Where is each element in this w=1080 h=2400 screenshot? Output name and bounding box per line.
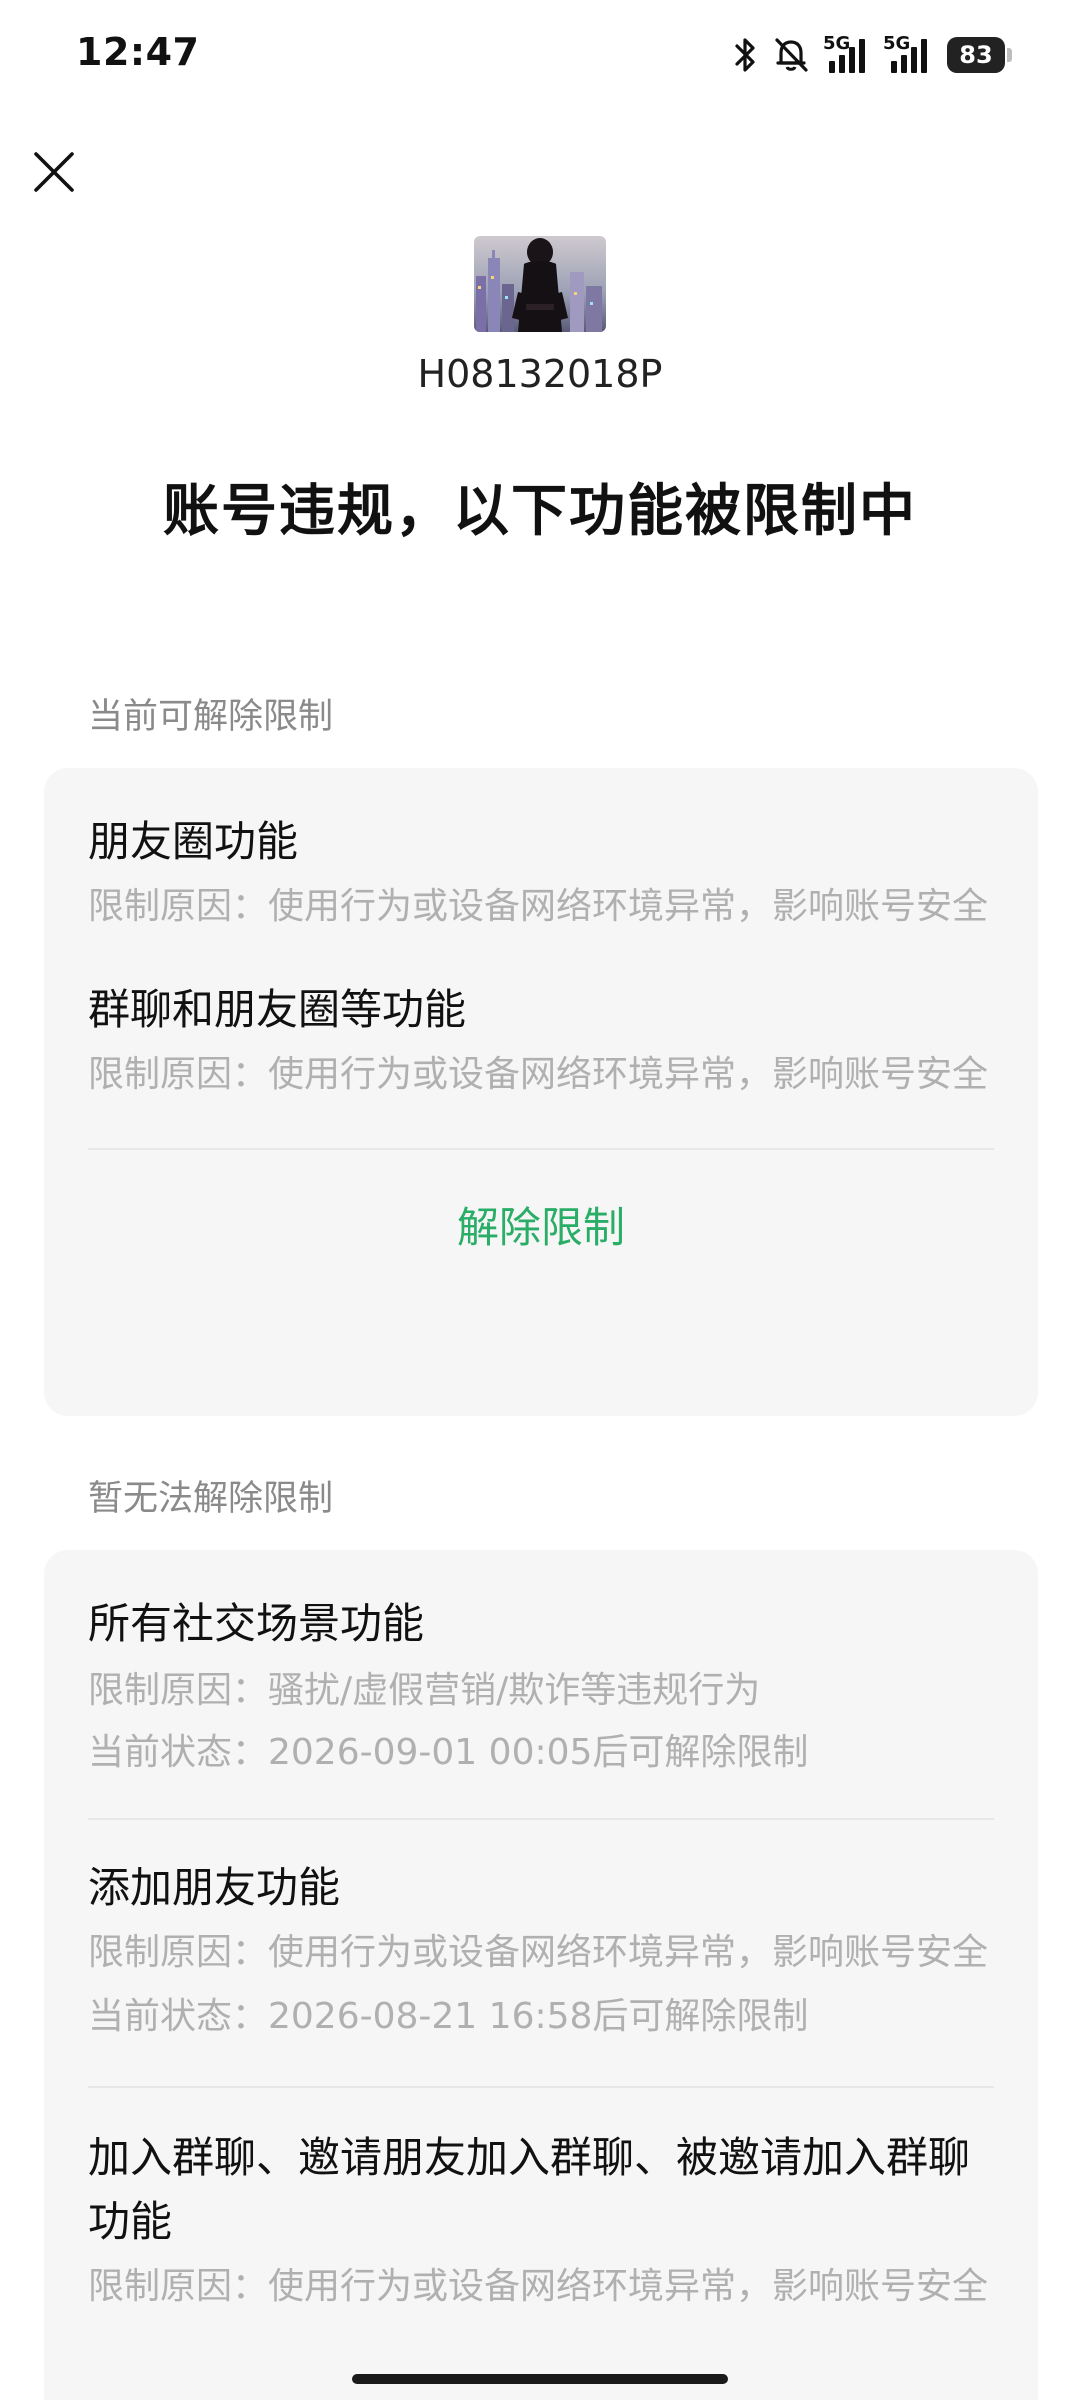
removable-card: 朋友圈功能 限制原因：使用行为或设备网络环境异常，影响账号安全 群聊和朋友圈等功… bbox=[44, 768, 1038, 1416]
section-label-unremovable: 暂无法解除限制 bbox=[88, 1479, 334, 1519]
item-reason: 限制原因：使用行为或设备网络环境异常，影响账号安全 bbox=[88, 1054, 989, 1095]
signal-group-2: 5G bbox=[883, 35, 935, 75]
bluetooth-icon bbox=[735, 38, 755, 72]
close-icon bbox=[34, 152, 74, 192]
list-item: 加入群聊、邀请朋友加入群聊、被邀请加入群聊功能 限制原因：使用行为或设备网络环境… bbox=[88, 2088, 994, 2314]
section-label-removable: 当前可解除限制 bbox=[88, 697, 334, 737]
avatar bbox=[474, 236, 606, 332]
status-bar: 12:47 5G 5G 83 bbox=[0, 0, 1080, 110]
battery-icon: 83 bbox=[947, 37, 1012, 73]
remove-restriction-button[interactable]: 解除限制 bbox=[88, 1150, 994, 1295]
item-reason: 限制原因：骚扰/虚假营销/欺诈等违规行为 bbox=[88, 1670, 761, 1711]
list-item: 群聊和朋友圈等功能 限制原因：使用行为或设备网络环境异常，影响账号安全 bbox=[88, 934, 994, 1102]
unremovable-card: 所有社交场景功能 限制原因：骚扰/虚假营销/欺诈等违规行为 当前状态：2026-… bbox=[44, 1550, 1038, 2400]
item-title: 群聊和朋友圈等功能 bbox=[88, 985, 467, 1034]
restriction-page: 12:47 5G 5G 83 H08132018P 账号违规，以下功能被限制中 … bbox=[0, 0, 1080, 2400]
signal-icon bbox=[829, 39, 865, 73]
status-time: 12:47 bbox=[76, 30, 200, 74]
status-icons: 5G 5G 83 bbox=[731, 32, 1012, 78]
item-reason: 限制原因：使用行为或设备网络环境异常，影响账号安全 bbox=[88, 886, 989, 927]
list-item: 所有社交场景功能 限制原因：骚扰/虚假营销/欺诈等违规行为 当前状态：2026-… bbox=[88, 1550, 994, 1780]
list-item: 朋友圈功能 限制原因：使用行为或设备网络环境异常，影响账号安全 bbox=[88, 768, 994, 934]
page-title: 账号违规，以下功能被限制中 bbox=[163, 479, 917, 544]
item-title: 添加朋友功能 bbox=[88, 1863, 341, 1912]
signal-icon-2 bbox=[891, 39, 927, 73]
battery-tip bbox=[1007, 48, 1012, 62]
item-status: 当前状态：2026-08-21 16:58后可解除限制 bbox=[88, 1996, 809, 2037]
item-title: 加入群聊、邀请朋友加入群聊、被邀请加入群聊功能 bbox=[88, 2133, 971, 2246]
signal-group-1: 5G bbox=[823, 35, 871, 75]
item-title: 所有社交场景功能 bbox=[88, 1599, 425, 1648]
battery-level: 83 bbox=[947, 37, 1005, 73]
item-reason: 限制原因：使用行为或设备网络环境异常，影响账号安全 bbox=[88, 2266, 989, 2307]
home-indicator[interactable] bbox=[352, 2374, 728, 2384]
mute-bell-icon bbox=[775, 38, 808, 72]
item-title: 朋友圈功能 bbox=[88, 817, 299, 866]
item-reason: 限制原因：使用行为或设备网络环境异常，影响账号安全 bbox=[88, 1932, 989, 1973]
close-button[interactable] bbox=[28, 146, 80, 198]
list-item: 添加朋友功能 限制原因：使用行为或设备网络环境异常，影响账号安全 当前状态：20… bbox=[88, 1820, 994, 2044]
username: H08132018P bbox=[417, 352, 663, 396]
item-status: 当前状态：2026-09-01 00:05后可解除限制 bbox=[88, 1732, 809, 1773]
